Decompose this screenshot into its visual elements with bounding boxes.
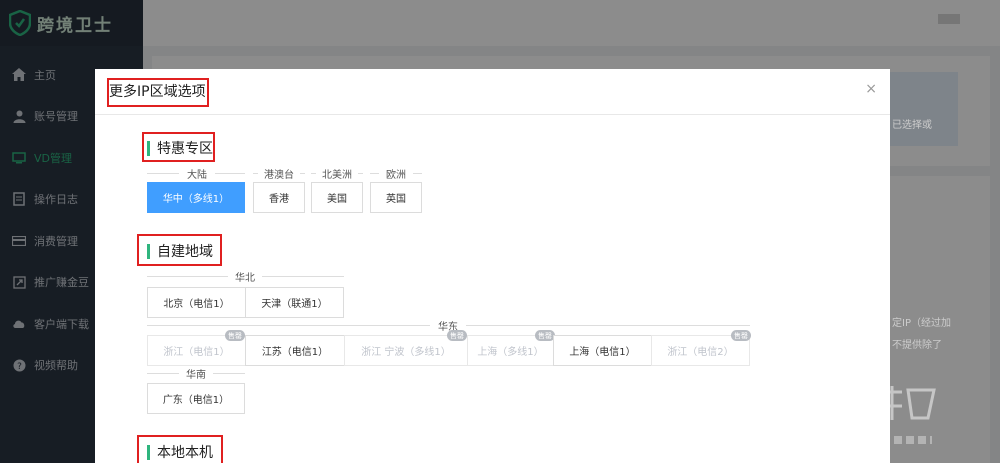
group-label-south-china: 华南 (179, 366, 213, 381)
section-accent-bar (147, 444, 150, 460)
region-option[interactable]: 华中（多线1） (147, 182, 245, 213)
region-option[interactable]: 上海（电信1） (553, 335, 652, 366)
section-title-text: 自建地域 (157, 244, 213, 260)
region-option[interactable]: 北京（电信1） (147, 287, 246, 318)
region-option[interactable]: 天津（联通1） (245, 287, 344, 318)
section-title-text: 本地本机 (157, 445, 213, 461)
group-label-mainland: 大陆 (179, 166, 215, 181)
background-text: 不提供除了 (892, 340, 942, 351)
group-label-north-america: 北美洲 (316, 166, 358, 181)
region-option[interactable]: 广东（电信1） (147, 383, 245, 414)
section-title-local: 本地本机 (147, 442, 213, 462)
baidu-watermark (758, 386, 936, 444)
group-label-north-china: 华北 (228, 269, 262, 284)
region-option[interactable]: 美国 (311, 182, 363, 213)
background-text: 定IP（经过加 (892, 318, 951, 329)
sold-out-tag: 售罄 (225, 330, 245, 341)
modal-header: 更多IP区域选项 × (95, 69, 890, 115)
region-option[interactable]: 英国 (370, 182, 422, 213)
region-option[interactable]: 江苏（电信1） (245, 335, 345, 366)
modal-title: 更多IP区域选项 (109, 84, 206, 100)
section-accent-bar (147, 140, 150, 156)
group-label-hmt: 港澳台 (258, 166, 300, 181)
group-label-europe: 欧洲 (379, 166, 413, 181)
sold-out-tag: 售罄 (447, 330, 467, 341)
sold-out-tag: 售罄 (535, 330, 555, 341)
close-icon[interactable]: × (865, 81, 877, 97)
sold-out-tag: 售罄 (731, 330, 751, 341)
region-option[interactable]: 香港 (253, 182, 305, 213)
section-title-special: 特惠专区 (147, 138, 213, 158)
section-title-text: 特惠专区 (157, 141, 213, 157)
section-title-self-built: 自建地域 (147, 241, 213, 261)
section-accent-bar (147, 243, 150, 259)
background-text: 已选择或 (892, 120, 932, 131)
